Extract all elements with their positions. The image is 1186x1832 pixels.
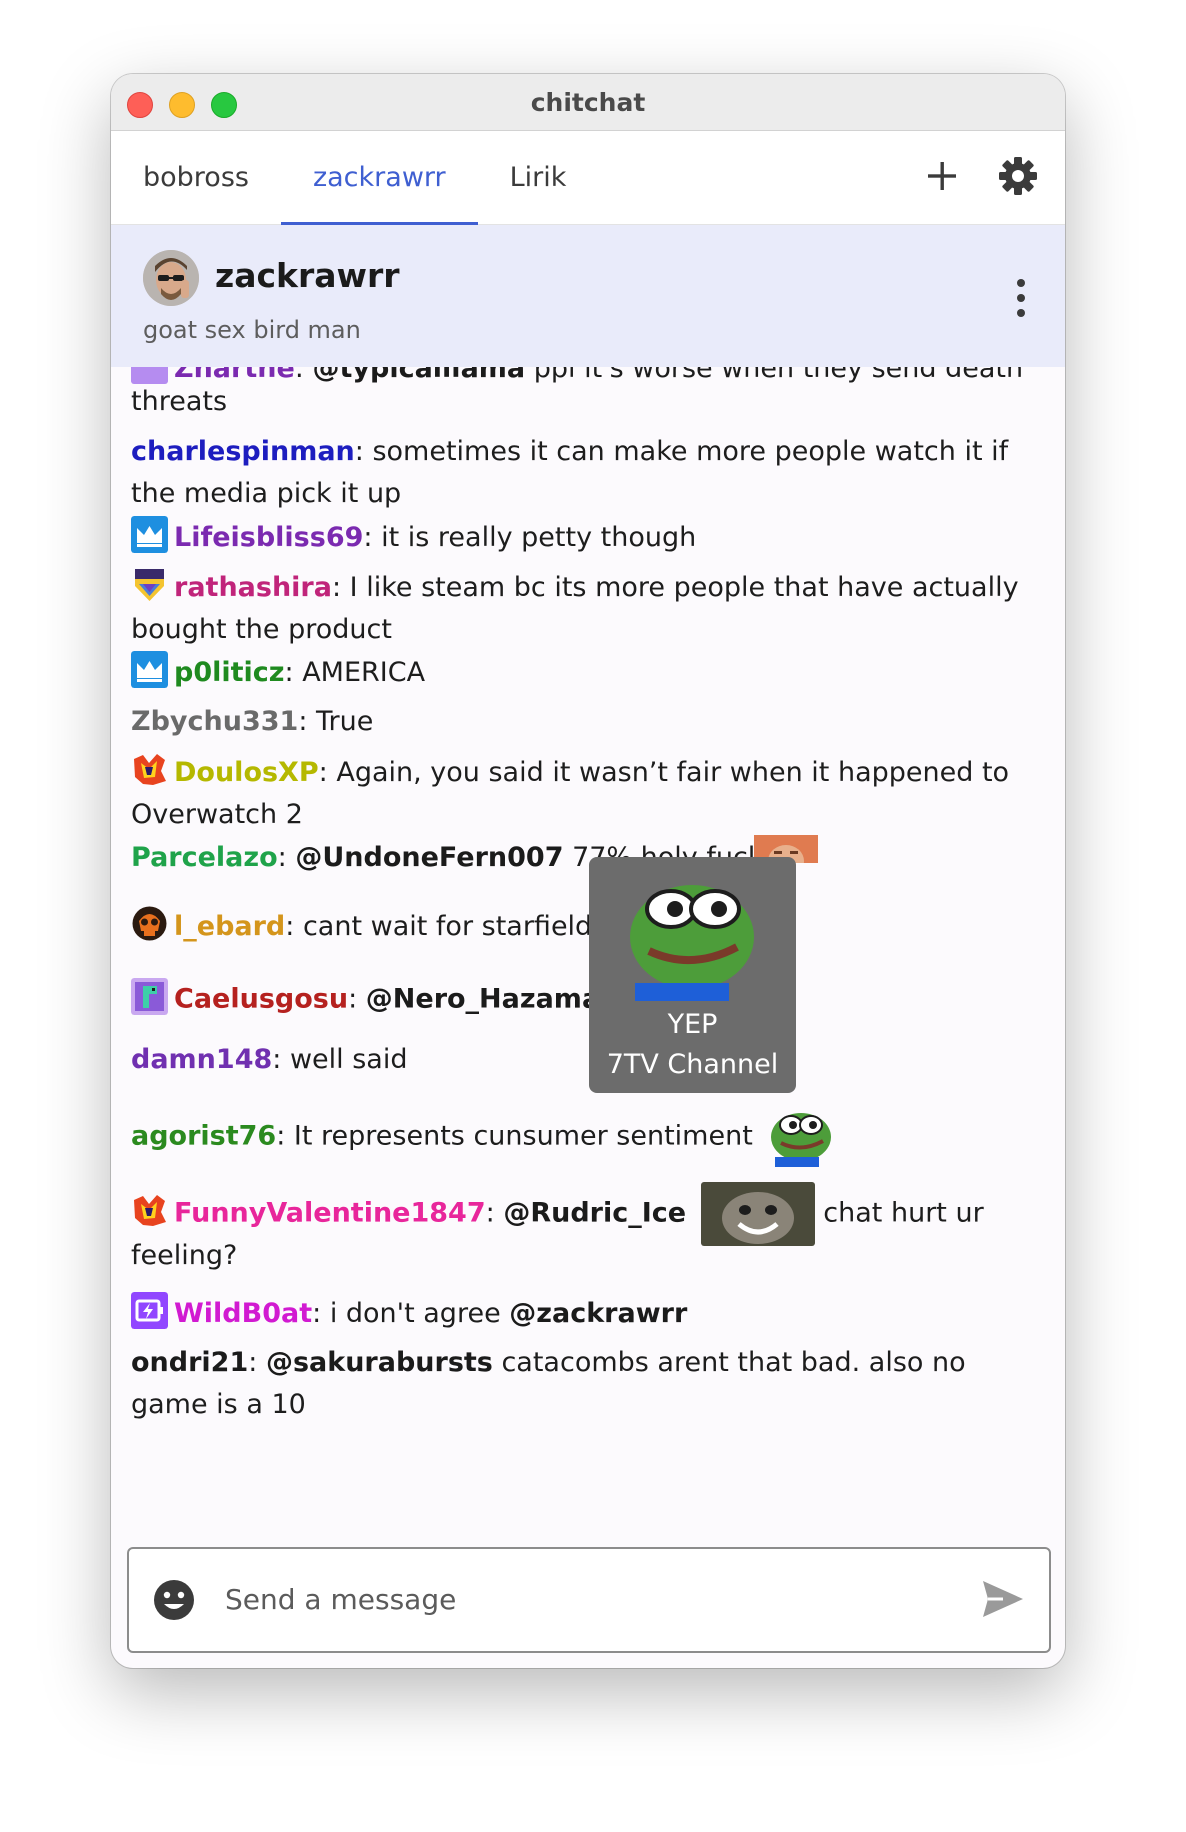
channel-avatar: [143, 250, 199, 306]
year-2022-badge-icon: [135, 569, 164, 601]
mention[interactable]: @Nero_Hazama: [366, 984, 600, 1015]
tooltip-emote-source: 7TV Channel: [606, 1049, 779, 1080]
chat-username[interactable]: FunnyValentine1847: [174, 1198, 486, 1229]
chat-username[interactable]: DoulosXP: [174, 757, 319, 788]
chat-message: Zbychu331: True: [131, 706, 374, 737]
title-bar: chitchat: [111, 74, 1065, 131]
chat-username[interactable]: Zbychu331: [131, 706, 298, 737]
mention[interactable]: @Rudric_Ice: [503, 1198, 686, 1229]
send-button[interactable]: [981, 1579, 1025, 1619]
channel-tabs: bobross zackrawrr Lirik: [111, 131, 1065, 225]
settings-button[interactable]: [997, 155, 1039, 197]
skull-badge-icon: [132, 906, 167, 941]
message-text: threats: [131, 386, 228, 417]
event-badge-icon: [134, 1194, 166, 1226]
chat-message: l_ebard: cant wait for starfield metacri…: [131, 905, 1031, 948]
plus-icon: [928, 162, 956, 190]
yep-emote[interactable]: [767, 1107, 835, 1167]
chat-message: Lifeisbliss69: it is really petty though: [131, 516, 1031, 559]
message-text: it is really petty though: [372, 522, 697, 553]
app-window: chitchat bobross zackrawrr Lirik zackraw…: [111, 74, 1065, 1668]
mention[interactable]: @zackrawrr: [509, 1298, 687, 1329]
chat-username[interactable]: charlespinman: [131, 436, 355, 467]
tab-lirik[interactable]: Lirik: [478, 131, 599, 224]
chat-message: rathashira: I like steam bc its more peo…: [131, 566, 1031, 651]
chat-username[interactable]: agorist76: [131, 1121, 276, 1152]
window-controls: [127, 92, 237, 118]
channel-header: zackrawrr goat sex bird man: [111, 225, 1065, 368]
tab-actions: [921, 155, 1039, 197]
chat-message: agorist76: It represents cunsumer sentim…: [131, 1107, 1031, 1167]
chat-message: Caelusgosu: @Nero_Hazama: [131, 972, 1031, 1028]
chat-log[interactable]: Znarthe: @typicalllama ppl it's worse wh…: [111, 367, 1065, 1612]
chat-username[interactable]: Caelusgosu: [174, 984, 348, 1015]
message-text: It represents cunsumer sentiment: [285, 1120, 753, 1152]
bits-badge-icon: [131, 1292, 168, 1329]
chat-username[interactable]: p0liticz: [174, 657, 285, 688]
chat-message: WildB0at: i don't agree @zackrawrr: [131, 1292, 1031, 1335]
add-channel-button[interactable]: [921, 155, 963, 197]
prime-crown-icon: [131, 516, 168, 553]
window-title: chitchat: [530, 87, 646, 117]
emote-tooltip: YEP 7TV Channel: [589, 857, 796, 1093]
chat-username[interactable]: Parcelazo: [131, 842, 278, 873]
chat-username[interactable]: ondri21: [131, 1347, 248, 1378]
message-continuation: threats: [131, 381, 1031, 423]
maximize-window-button[interactable]: [211, 92, 237, 118]
close-window-button[interactable]: [127, 92, 153, 118]
chat-message: p0liticz: AMERICA: [131, 651, 1031, 694]
message-text: catacombs arent that bad. also no game i…: [131, 1347, 966, 1420]
chat-message: DoulosXP: Again, you said it wasn’t fair…: [131, 751, 1031, 836]
prime-crown-icon: [131, 651, 168, 688]
channel-status: goat sex bird man: [143, 316, 361, 344]
message-input[interactable]: [223, 1575, 927, 1623]
chat-username[interactable]: WildB0at: [174, 1298, 312, 1329]
mention[interactable]: @sakurabursts: [266, 1347, 493, 1378]
message-text: AMERICA: [293, 657, 426, 688]
emoji-picker-button[interactable]: [153, 1579, 195, 1621]
chat-message: charlespinman: sometimes it can make mor…: [131, 436, 1009, 509]
gear-icon: [999, 157, 1037, 195]
message-continuation: feeling?: [131, 1235, 1031, 1277]
chat-username[interactable]: Lifeisbliss69: [174, 522, 363, 553]
more-vertical-icon: [1017, 279, 1025, 317]
channel-menu-button[interactable]: [1011, 277, 1031, 319]
send-arrow-icon: [983, 1581, 1023, 1617]
tooltip-emote-name: YEP: [667, 1009, 718, 1040]
chat-message: Parcelazo: @UndoneFern007 77% holy fuck: [131, 837, 1031, 879]
minimize-window-button[interactable]: [169, 92, 195, 118]
chat-username[interactable]: l_ebard: [174, 911, 285, 942]
chat-message: damn148: well said: [131, 1044, 408, 1075]
dino-badge-icon: [131, 977, 168, 1015]
smiley-icon: [154, 1580, 194, 1620]
tab-zackrawrr[interactable]: zackrawrr: [280, 131, 478, 225]
message-composer: [127, 1547, 1051, 1653]
message-text: True: [307, 706, 374, 737]
message-text: feeling?: [131, 1240, 238, 1271]
message-text: chat hurt ur: [814, 1197, 984, 1229]
chat-username[interactable]: rathashira: [174, 572, 332, 603]
event-badge-icon: [134, 754, 166, 785]
mention[interactable]: @UndoneFern007: [295, 842, 563, 873]
tab-bobross[interactable]: bobross: [111, 131, 281, 224]
message-text: i don't agree: [321, 1298, 510, 1329]
chat-username[interactable]: damn148: [131, 1044, 272, 1075]
channel-name: zackrawrr: [215, 256, 400, 295]
yep-emote-large: [630, 885, 754, 1001]
avatar-image: [143, 250, 199, 306]
message-text: well said: [281, 1044, 408, 1075]
chat-message: ondri21: @sakurabursts catacombs arent t…: [131, 1347, 966, 1420]
